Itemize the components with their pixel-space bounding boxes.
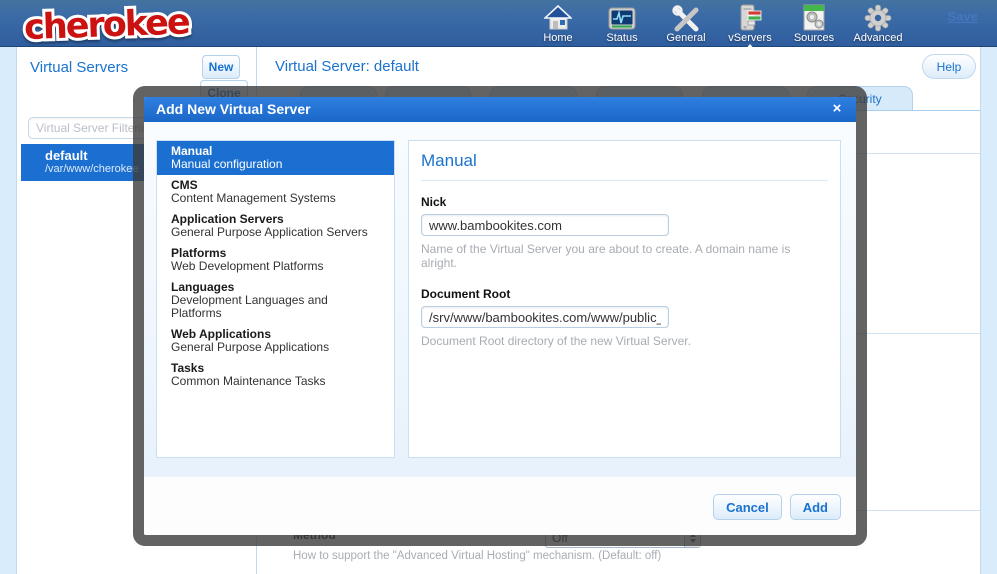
nav-item-advanced[interactable]: Advanced (846, 3, 910, 47)
nav-item-sources[interactable]: Sources (782, 3, 846, 47)
menu-item-subtitle: General Purpose Applications (171, 341, 380, 354)
menu-item-subtitle: General Purpose Application Servers (171, 226, 380, 239)
menu-item-cms[interactable]: CMS Content Management Systems (157, 175, 394, 209)
menu-item-tasks[interactable]: Tasks Common Maintenance Tasks (157, 358, 394, 392)
right-scroll-gutter[interactable] (980, 47, 997, 574)
menu-item-languages[interactable]: Languages Development Languages and Plat… (157, 277, 394, 324)
nav-item-vservers[interactable]: vServers (718, 3, 782, 47)
logo-text: cherokee (23, 2, 190, 46)
document-root-label: Document Root (421, 287, 828, 301)
modal-overlay-frame: Add New Virtual Server × Manual Manual c… (133, 86, 867, 546)
dialog-button-row: Cancel Add (713, 494, 841, 520)
cherokee-admin-screen: cherokee Home (0, 0, 997, 574)
nav-label: Sources (794, 32, 834, 45)
status-icon (608, 3, 636, 32)
document-root-help-text: Document Root directory of the new Virtu… (421, 334, 828, 348)
page-title: Virtual Server: default (275, 58, 419, 75)
dialog-footer: Cancel Add (144, 476, 856, 535)
nav-label: Status (606, 32, 637, 45)
document-root-field-group: Document Root Document Root directory of… (421, 287, 828, 348)
nav-item-status[interactable]: Status (590, 3, 654, 47)
menu-item-subtitle: Common Maintenance Tasks (171, 375, 380, 388)
manual-config-panel: Manual Nick Name of the Virtual Server y… (408, 140, 841, 458)
nav-item-general[interactable]: General (654, 3, 718, 47)
dialog-titlebar: Add New Virtual Server × (144, 97, 856, 122)
menu-item-subtitle: Web Development Platforms (171, 260, 380, 273)
sidebar-title: Virtual Servers (30, 59, 128, 76)
help-button[interactable]: Help (922, 54, 976, 79)
menu-item-web-applications[interactable]: Web Applications General Purpose Applica… (157, 324, 394, 358)
vservers-icon (736, 3, 764, 32)
sources-icon (800, 3, 828, 32)
nav-label: General (666, 32, 705, 45)
document-root-input[interactable] (421, 306, 669, 328)
main-nav: Home Status (526, 3, 910, 47)
nav-label: Home (543, 32, 572, 45)
nav-item-home[interactable]: Home (526, 3, 590, 47)
top-navigation-bar: cherokee Home (0, 0, 997, 47)
menu-item-subtitle: Development Languages and Platforms (171, 294, 380, 320)
menu-item-subtitle: Content Management Systems (171, 192, 380, 205)
nick-label: Nick (421, 195, 828, 209)
add-virtual-server-dialog: Add New Virtual Server × Manual Manual c… (144, 97, 856, 535)
add-button[interactable]: Add (790, 494, 841, 520)
menu-item-manual[interactable]: Manual Manual configuration (157, 141, 394, 175)
wizard-category-menu: Manual Manual configuration CMS Content … (156, 140, 395, 458)
method-help-text: How to support the "Advanced Virtual Hos… (293, 550, 661, 562)
dialog-body: Manual Manual configuration CMS Content … (144, 122, 856, 476)
menu-item-application-servers[interactable]: Application Servers General Purpose Appl… (157, 209, 394, 243)
save-link[interactable]: Save (948, 9, 978, 24)
close-icon[interactable]: × (828, 97, 846, 122)
cancel-button[interactable]: Cancel (713, 494, 782, 520)
menu-item-subtitle: Manual configuration (171, 158, 380, 171)
menu-item-platforms[interactable]: Platforms Web Development Platforms (157, 243, 394, 277)
nick-input[interactable] (421, 214, 669, 236)
nav-label: Advanced (854, 32, 903, 45)
cherokee-logo: cherokee (20, 1, 210, 51)
panel-heading: Manual (421, 151, 828, 181)
left-gutter (0, 47, 17, 574)
general-icon (672, 3, 700, 32)
nick-field-group: Nick Name of the Virtual Server you are … (421, 195, 828, 270)
nick-help-text: Name of the Virtual Server you are about… (421, 242, 828, 270)
dialog-title: Add New Virtual Server (156, 101, 311, 117)
advanced-icon (864, 3, 892, 32)
home-icon (544, 3, 572, 32)
new-virtual-server-button[interactable]: New (202, 55, 240, 79)
